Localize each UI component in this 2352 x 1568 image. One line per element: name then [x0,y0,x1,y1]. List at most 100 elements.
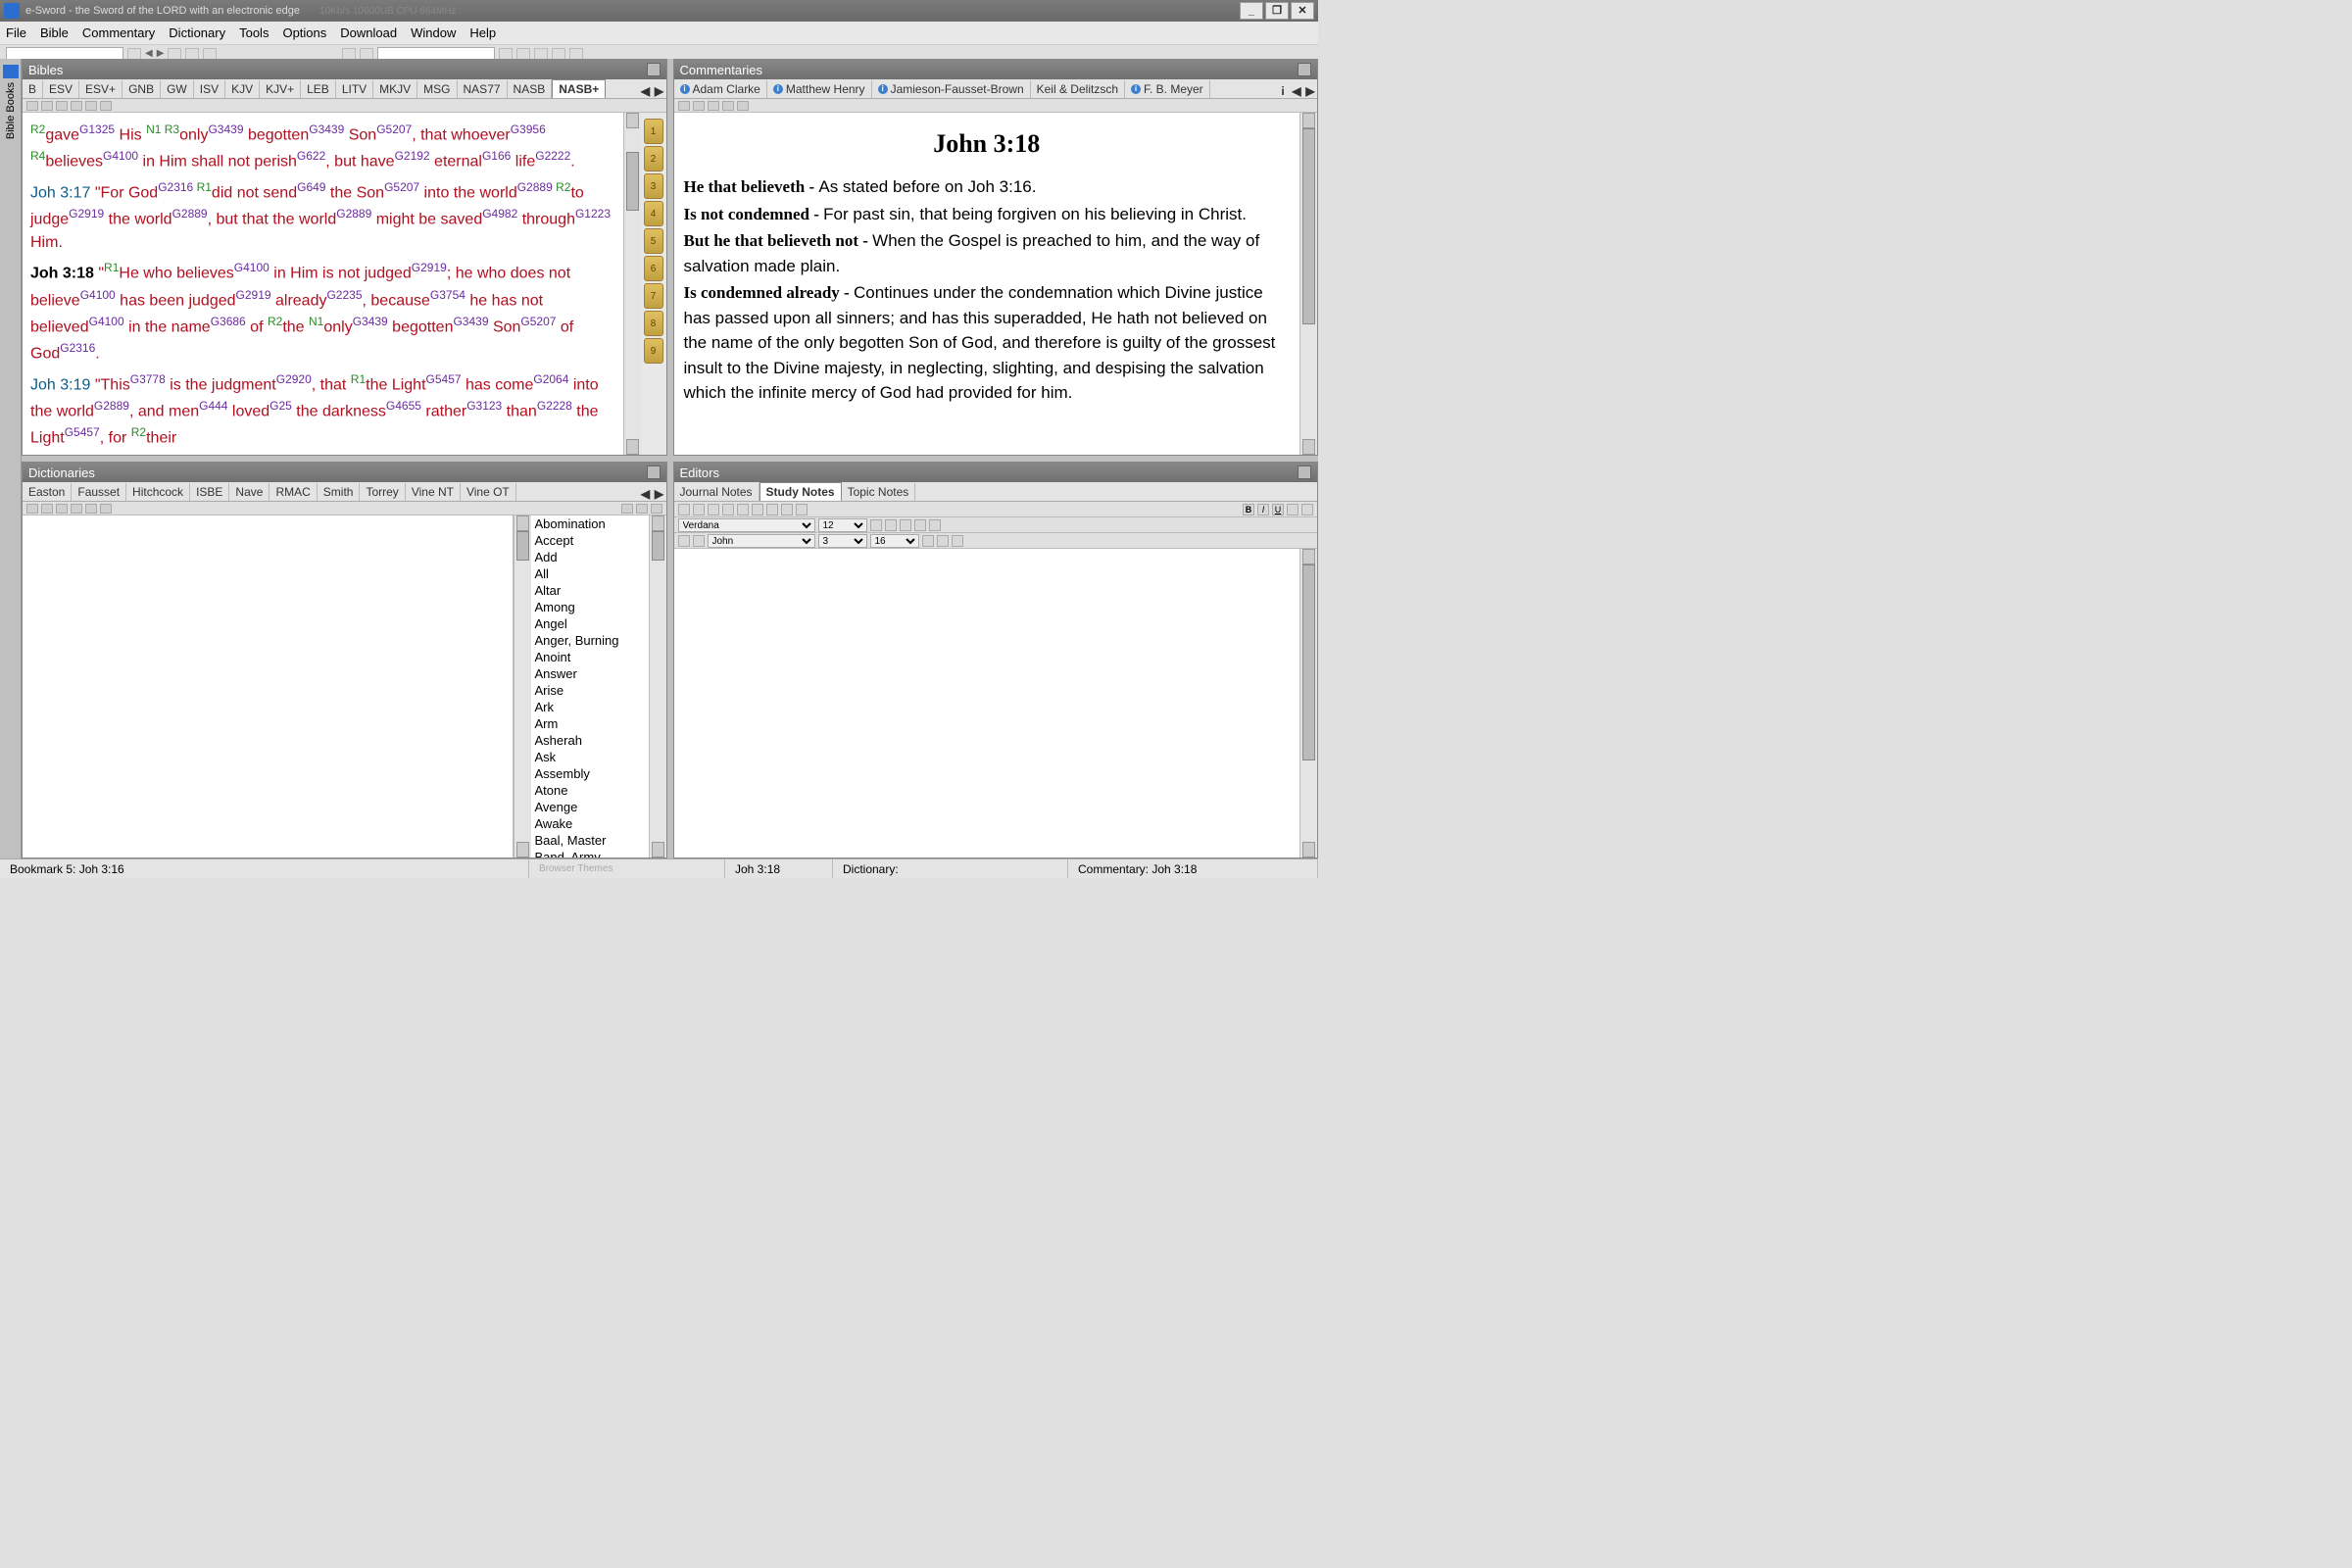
ctb-5[interactable] [737,101,749,111]
dict-word[interactable]: Add [531,549,649,565]
dict-word[interactable]: Altar [531,582,649,599]
editor-tab-1[interactable]: Study Notes [760,482,842,501]
bible-tab-nav-next[interactable]: ▶ [653,84,666,98]
dict-word[interactable]: Anoint [531,649,649,665]
tb-layout-1[interactable] [499,48,513,60]
etb-highlight[interactable] [1301,504,1313,515]
strongs-number[interactable]: G2192 [395,149,430,163]
bible-tab-gnb[interactable]: GNB [122,80,161,98]
bible-tab-msg[interactable]: MSG [417,80,457,98]
tb-btn-4[interactable] [342,48,356,60]
editor-chapter-select[interactable]: 3 [818,534,867,548]
bible-tab-gw[interactable]: GW [161,80,194,98]
menu-dictionary[interactable]: Dictionary [169,25,225,40]
editor-verse-select[interactable]: 16 [870,534,919,548]
ref-note[interactable]: R4 [30,149,45,163]
verse-ref[interactable]: Joh 3:18 [30,266,94,282]
dict-word[interactable]: Anger, Burning [531,632,649,649]
tb-layout-2[interactable] [516,48,530,60]
dict-word[interactable]: Angel [531,615,649,632]
menu-file[interactable]: File [6,25,26,40]
bible-tab-esv[interactable]: ESV [43,80,79,98]
menu-help[interactable]: Help [469,25,496,40]
verse-marker-8[interactable]: 8 [644,311,663,336]
bible-tab-nas77[interactable]: NAS77 [458,80,508,98]
bible-text-area[interactable]: R2gaveG1325 His N1 R3onlyG3439 begottenG… [23,113,623,455]
pin-icon[interactable] [1298,466,1311,479]
menu-tools[interactable]: Tools [239,25,269,40]
btb-6[interactable] [100,101,112,111]
etb-open[interactable] [693,504,705,515]
strongs-number[interactable]: G5457 [426,372,462,386]
editor-book-select[interactable]: John [708,534,815,548]
btb-4[interactable] [71,101,82,111]
strongs-number[interactable]: G5207 [520,315,556,328]
strongs-number[interactable]: G622 [297,149,325,163]
etb-bullets[interactable] [914,519,926,531]
dict-word[interactable]: Assembly [531,765,649,782]
dict-word[interactable]: Ark [531,699,649,715]
strongs-number[interactable]: G444 [199,399,227,413]
ref-note[interactable]: R1 [351,372,366,386]
btb-2[interactable] [41,101,53,111]
dict-word[interactable]: Answer [531,665,649,682]
commentary-scrollbar[interactable] [1299,113,1317,455]
dict-tab-0[interactable]: Easton [23,483,72,501]
etb-align-l[interactable] [870,519,882,531]
dtb-4[interactable] [71,504,82,514]
tb-layout-3[interactable] [534,48,548,60]
ctb-2[interactable] [693,101,705,111]
bible-tab-isv[interactable]: ISV [194,80,225,98]
etb-align-c[interactable] [885,519,897,531]
strongs-number[interactable]: G3778 [130,372,166,386]
ref-note[interactable]: R2 [30,122,45,136]
dtb-9[interactable] [651,504,662,514]
dtb-2[interactable] [41,504,53,514]
strongs-number[interactable]: G2889 [94,399,129,413]
etb-cut[interactable] [737,504,749,515]
dict-word[interactable]: Accept [531,532,649,549]
dict-word[interactable]: Awake [531,815,649,832]
etb-redo[interactable] [796,504,808,515]
maximize-button[interactable]: ❐ [1265,2,1289,20]
strongs-number[interactable]: G2889 [172,207,208,220]
dict-word[interactable]: Ask [531,749,649,765]
bible-tab-nasb[interactable]: NASB [508,80,553,98]
strongs-number[interactable]: G4100 [89,315,124,328]
strongs-number[interactable]: G5207 [384,180,419,194]
verse-marker-6[interactable]: 6 [644,256,663,281]
strongs-number[interactable]: G3686 [211,315,246,328]
dict-word[interactable]: Band, Army [531,849,649,858]
etb-copy[interactable] [752,504,763,515]
pin-icon[interactable] [647,63,661,76]
dtb-7[interactable] [621,504,633,514]
tb-layout-5[interactable] [569,48,583,60]
bible-tab-mkjv[interactable]: MKJV [373,80,417,98]
commentary-tab-1[interactable]: iMatthew Henry [767,80,872,98]
strongs-number[interactable]: G2919 [236,288,271,302]
verse-marker-4[interactable]: 4 [644,201,663,226]
ctb-3[interactable] [708,101,719,111]
comm-tab-nav-2[interactable]: ▶ [1303,84,1317,98]
strongs-number[interactable]: G2222 [535,149,570,163]
commentary-tab-3[interactable]: Keil & Delitzsch [1031,80,1125,98]
menu-commentary[interactable]: Commentary [82,25,155,40]
comm-tab-nav-1[interactable]: ◀ [1290,84,1303,98]
ref-note[interactable]: R2 [553,180,571,194]
editor-tab-2[interactable]: Topic Notes [842,483,916,501]
tb-btn-3[interactable] [203,48,217,60]
bible-tab-esvplus[interactable]: ESV+ [79,80,122,98]
strongs-number[interactable]: G166 [482,149,511,163]
dict-tab-6[interactable]: Smith [318,483,361,501]
strongs-number[interactable]: G3754 [430,288,466,302]
minimize-button[interactable]: _ [1240,2,1263,20]
bible-tab-nasbplus[interactable]: NASB+ [552,79,606,98]
strongs-number[interactable]: G2889 [517,180,553,194]
ref-note[interactable]: R3 [165,122,179,136]
strongs-number[interactable]: G2235 [326,288,362,302]
close-button[interactable]: ✕ [1291,2,1314,20]
strongs-number[interactable]: G3956 [511,122,546,136]
dictionary-definition-area[interactable] [23,515,514,858]
dict-word[interactable]: Arm [531,715,649,732]
etb-find[interactable] [937,535,949,547]
